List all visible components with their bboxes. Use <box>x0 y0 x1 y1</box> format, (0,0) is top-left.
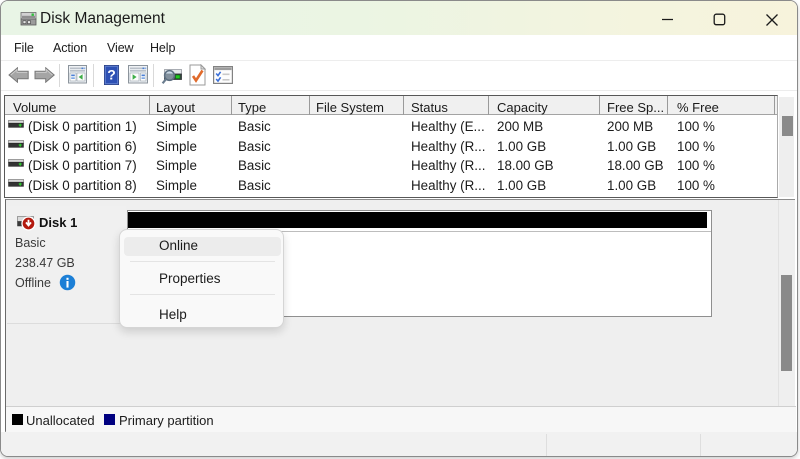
svg-text:?: ? <box>107 67 116 83</box>
